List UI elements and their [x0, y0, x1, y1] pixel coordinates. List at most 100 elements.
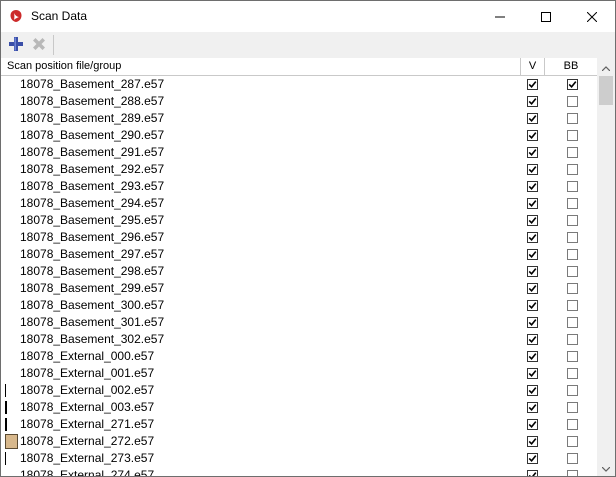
visible-checkbox[interactable] [527, 266, 538, 277]
visible-checkbox[interactable] [527, 215, 538, 226]
bounding-box-checkbox[interactable] [567, 453, 578, 464]
scroll-thumb[interactable] [599, 76, 613, 105]
scan-file-name: 18078_Basement_290.e57 [20, 128, 165, 142]
visible-checkbox[interactable] [527, 300, 538, 311]
visible-checkbox[interactable] [527, 351, 538, 362]
bounding-box-checkbox[interactable] [567, 79, 578, 90]
scan-file-name: 18078_Basement_287.e57 [20, 77, 165, 91]
column-header-name[interactable]: Scan position file/group [1, 58, 521, 75]
scan-file-name: 18078_Basement_300.e57 [20, 298, 165, 312]
bounding-box-checkbox[interactable] [567, 300, 578, 311]
bounding-box-checkbox[interactable] [567, 164, 578, 175]
scan-status-marker [5, 434, 18, 449]
scroll-up-button[interactable] [597, 58, 615, 75]
table-row[interactable]: 18078_External_272.e57 [1, 433, 597, 450]
scan-data-table[interactable]: Scan position file/group V BB 18078_Base… [1, 58, 597, 476]
table-row[interactable]: 18078_Basement_295.e57 [1, 212, 597, 229]
bounding-box-checkbox[interactable] [567, 96, 578, 107]
minimize-button[interactable] [477, 1, 523, 32]
bounding-box-checkbox[interactable] [567, 368, 578, 379]
bounding-box-checkbox[interactable] [567, 402, 578, 413]
scan-file-name: 18078_Basement_293.e57 [20, 179, 165, 193]
visible-checkbox[interactable] [527, 470, 538, 476]
table-row[interactable]: 18078_Basement_287.e57 [1, 76, 597, 93]
bounding-box-checkbox[interactable] [567, 181, 578, 192]
scan-file-name: 18078_Basement_292.e57 [20, 162, 165, 176]
visible-checkbox[interactable] [527, 385, 538, 396]
visible-checkbox[interactable] [527, 198, 538, 209]
scroll-down-button[interactable] [597, 459, 615, 476]
visible-checkbox[interactable] [527, 368, 538, 379]
table-row[interactable]: 18078_Basement_299.e57 [1, 280, 597, 297]
bounding-box-checkbox[interactable] [567, 470, 578, 476]
table-row[interactable]: 18078_Basement_297.e57 [1, 246, 597, 263]
bounding-box-checkbox[interactable] [567, 334, 578, 345]
bounding-box-checkbox[interactable] [567, 436, 578, 447]
toolbar-separator [53, 35, 54, 55]
table-row[interactable]: 18078_Basement_289.e57 [1, 110, 597, 127]
visible-checkbox[interactable] [527, 164, 538, 175]
visible-checkbox[interactable] [527, 147, 538, 158]
bounding-box-checkbox[interactable] [567, 147, 578, 158]
table-row[interactable]: 18078_Basement_300.e57 [1, 297, 597, 314]
bounding-box-checkbox[interactable] [567, 232, 578, 243]
table-row[interactable]: 18078_External_003.e57 [1, 399, 597, 416]
add-button[interactable] [6, 35, 26, 55]
visible-checkbox[interactable] [527, 317, 538, 328]
column-header-bb[interactable]: BB [545, 58, 597, 75]
bounding-box-checkbox[interactable] [567, 249, 578, 260]
scan-status-marker [5, 452, 6, 465]
remove-button[interactable] [29, 35, 49, 55]
table-row[interactable]: 18078_External_274.e57 [1, 467, 597, 476]
visible-checkbox[interactable] [527, 334, 538, 345]
table-row[interactable]: 18078_External_000.e57 [1, 348, 597, 365]
visible-checkbox[interactable] [527, 283, 538, 294]
visible-checkbox[interactable] [527, 436, 538, 447]
scan-file-name: 18078_External_000.e57 [20, 349, 155, 363]
visible-checkbox[interactable] [527, 113, 538, 124]
visible-checkbox[interactable] [527, 79, 538, 90]
scan-file-name: 18078_Basement_296.e57 [20, 230, 165, 244]
maximize-button[interactable] [523, 1, 569, 32]
bounding-box-checkbox[interactable] [567, 113, 578, 124]
table-row[interactable]: 18078_Basement_298.e57 [1, 263, 597, 280]
bounding-box-checkbox[interactable] [567, 283, 578, 294]
bounding-box-checkbox[interactable] [567, 351, 578, 362]
visible-checkbox[interactable] [527, 419, 538, 430]
visible-checkbox[interactable] [527, 453, 538, 464]
visible-checkbox[interactable] [527, 232, 538, 243]
visible-checkbox[interactable] [527, 96, 538, 107]
bounding-box-checkbox[interactable] [567, 215, 578, 226]
table-row[interactable]: 18078_External_002.e57 [1, 382, 597, 399]
bounding-box-checkbox[interactable] [567, 317, 578, 328]
title-bar[interactable]: Scan Data [1, 1, 615, 32]
table-row[interactable]: 18078_External_273.e57 [1, 450, 597, 467]
table-row[interactable]: 18078_Basement_290.e57 [1, 127, 597, 144]
column-header-v[interactable]: V [521, 58, 545, 75]
table-row[interactable]: 18078_Basement_293.e57 [1, 178, 597, 195]
table-row[interactable]: 18078_External_271.e57 [1, 416, 597, 433]
table-row[interactable]: 18078_Basement_302.e57 [1, 331, 597, 348]
table-row[interactable]: 18078_Basement_292.e57 [1, 161, 597, 178]
bounding-box-checkbox[interactable] [567, 266, 578, 277]
table-row[interactable]: 18078_External_001.e57 [1, 365, 597, 382]
table-row[interactable]: 18078_Basement_291.e57 [1, 144, 597, 161]
close-button[interactable] [569, 1, 615, 32]
visible-checkbox[interactable] [527, 130, 538, 141]
visible-checkbox[interactable] [527, 181, 538, 192]
visible-checkbox[interactable] [527, 402, 538, 413]
bounding-box-checkbox[interactable] [567, 198, 578, 209]
bounding-box-checkbox[interactable] [567, 419, 578, 430]
table-row[interactable]: 18078_Basement_294.e57 [1, 195, 597, 212]
scan-file-name: 18078_External_001.e57 [20, 366, 155, 380]
scan-data-window: Scan Data Scan position file/group V BB … [0, 0, 616, 477]
table-row[interactable]: 18078_Basement_301.e57 [1, 314, 597, 331]
vertical-scrollbar[interactable] [597, 58, 615, 476]
bounding-box-checkbox[interactable] [567, 385, 578, 396]
table-row[interactable]: 18078_Basement_288.e57 [1, 93, 597, 110]
bounding-box-checkbox[interactable] [567, 130, 578, 141]
visible-checkbox[interactable] [527, 249, 538, 260]
window-title: Scan Data [31, 9, 88, 23]
table-row[interactable]: 18078_Basement_296.e57 [1, 229, 597, 246]
scan-file-name: 18078_Basement_302.e57 [20, 332, 165, 346]
